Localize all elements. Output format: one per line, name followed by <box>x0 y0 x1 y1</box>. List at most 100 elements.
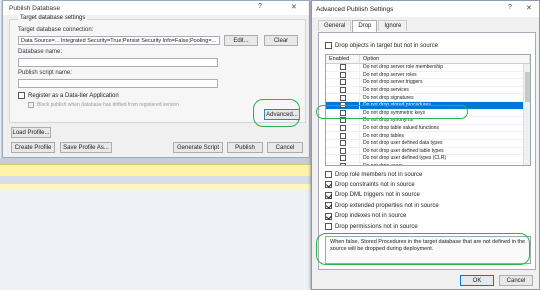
option-label: Drop role members not in source <box>335 171 423 178</box>
background-gray-band <box>0 176 312 184</box>
create-profile-button[interactable]: Create Profile <box>11 142 55 153</box>
row-checkbox[interactable] <box>339 155 346 162</box>
cancel-button[interactable]: Cancel <box>267 142 303 153</box>
clear-button[interactable]: Clear <box>264 35 298 46</box>
block-publish-label: Block publish when database has drifted … <box>37 102 180 108</box>
list-item[interactable]: Drop role members not in source <box>325 171 422 178</box>
block-publish-row: Block publish when database has drifted … <box>28 102 179 108</box>
enabled-cell <box>326 79 360 86</box>
block-publish-checkbox <box>28 102 34 108</box>
advanced-highlight-ring <box>253 99 300 127</box>
option-cell: Do not drop tables <box>363 132 404 139</box>
list-item[interactable]: Drop extended properties not in source <box>325 202 439 210</box>
ok-button[interactable]: OK <box>460 275 494 286</box>
option-cell: Do not drop services <box>363 87 409 94</box>
option-label: Drop constraints not in source <box>335 181 415 188</box>
enabled-cell <box>326 71 360 79</box>
header-enabled[interactable]: Enabled <box>326 55 360 63</box>
publish-button[interactable]: Publish <box>227 142 263 153</box>
drop-objects-label: Drop objects in target but not in source <box>335 42 439 49</box>
table-row[interactable]: Do not drop users <box>326 162 530 165</box>
row-checkbox[interactable] <box>339 87 346 94</box>
enabled-cell <box>326 124 360 132</box>
table-row[interactable]: Do not drop user defined types (CLR) <box>326 155 530 163</box>
drop-objects-row[interactable]: Drop objects in target but not in source <box>325 42 438 49</box>
row-checkbox[interactable] <box>339 71 346 78</box>
row-checkbox[interactable] <box>339 79 346 86</box>
script-name-label: Publish script name: <box>18 70 73 76</box>
table-row[interactable]: Do not drop signatures <box>326 94 530 102</box>
grid-scrollbar[interactable] <box>523 64 530 165</box>
tab-general[interactable]: General <box>318 20 352 31</box>
register-checkbox[interactable] <box>18 92 25 99</box>
edit-button[interactable]: Edit... <box>224 35 258 46</box>
option-checkbox[interactable] <box>325 212 332 220</box>
tab-drop[interactable]: Drop <box>352 20 378 32</box>
option-checkbox[interactable] <box>325 181 332 189</box>
table-row[interactable]: Do not drop server role membership <box>326 64 530 72</box>
publish-database-window: Publish Database ? ✕ Target database set… <box>2 0 310 158</box>
close-icon[interactable]: ✕ <box>291 3 297 11</box>
list-item[interactable]: Drop indexes not in source <box>325 212 406 220</box>
drop-objects-checkbox[interactable] <box>325 42 332 49</box>
advanced-window-title: Advanced Publish Settings <box>316 5 394 13</box>
help-icon[interactable]: ? <box>508 4 512 11</box>
table-row[interactable]: Do not drop user defined table types <box>326 147 530 156</box>
row-checkbox[interactable] <box>339 147 346 154</box>
connection-field[interactable]: Data Source=... Integrated Security=True… <box>18 36 220 45</box>
enabled-cell <box>326 139 360 147</box>
table-row[interactable]: Do not drop tables <box>326 132 530 140</box>
generate-script-button[interactable]: Generate Script <box>173 142 223 153</box>
option-label: Drop extended properties not in source <box>335 202 439 209</box>
option-cell: Do not drop table valued functions <box>363 125 439 132</box>
row-checkbox[interactable] <box>339 140 346 147</box>
list-item[interactable]: Drop constraints not in source <box>325 181 415 189</box>
table-row[interactable]: Do not drop services <box>326 86 530 95</box>
enabled-cell <box>326 162 360 165</box>
list-item[interactable]: Drop permissions not in source <box>325 223 418 230</box>
load-profile-button[interactable]: Load Profile... <box>11 127 51 138</box>
connection-label: Target database connection: <box>18 27 94 33</box>
publish-window-title: Publish Database <box>9 4 60 12</box>
option-cell: Do not drop user defined data types <box>363 140 443 147</box>
scrollbar-thumb[interactable] <box>525 72 530 102</box>
tab-ignore[interactable]: Ignore <box>378 20 408 31</box>
advanced-settings-window: Advanced Publish Settings ? ✕ General Dr… <box>311 0 540 290</box>
table-row[interactable]: Do not drop server roles <box>326 71 530 80</box>
option-label: Drop DML triggers not in source <box>335 192 420 199</box>
advanced-cancel-button[interactable]: Cancel <box>499 275 533 286</box>
row-checkbox[interactable] <box>339 163 346 165</box>
background-yellow-band <box>0 164 312 176</box>
option-cell: Do not drop server triggers <box>363 79 423 86</box>
tab-strip: General Drop Ignore <box>318 20 408 32</box>
table-row[interactable]: Do not drop user defined data types <box>326 139 530 148</box>
db-name-label: Database name: <box>18 49 63 55</box>
enabled-cell <box>326 132 360 139</box>
description-highlight-ring <box>316 233 530 265</box>
close-icon[interactable]: ✕ <box>526 4 532 12</box>
option-cell: Do not drop server role membership <box>363 64 444 71</box>
option-checkbox[interactable] <box>325 202 332 210</box>
row-checkbox[interactable] <box>339 132 346 139</box>
option-checkbox[interactable] <box>325 171 332 178</box>
row-checkbox[interactable] <box>339 125 346 132</box>
header-option[interactable]: Option <box>360 55 530 63</box>
database-name-input[interactable] <box>18 58 218 67</box>
save-profile-button[interactable]: Save Profile As... <box>60 142 112 153</box>
row-checkbox[interactable] <box>339 64 346 71</box>
row-checkbox[interactable] <box>339 94 346 101</box>
table-row[interactable]: Do not drop table valued functions <box>326 124 530 133</box>
option-cell: Do not drop signatures <box>363 94 414 101</box>
enabled-cell <box>326 86 360 94</box>
option-checkbox[interactable] <box>325 223 332 230</box>
register-label: Register as a Data-tier Application <box>28 92 119 99</box>
enabled-cell <box>326 155 360 162</box>
table-row[interactable]: Do not drop server triggers <box>326 79 530 87</box>
option-cell: Do not drop user defined table types <box>363 147 444 154</box>
help-icon[interactable]: ? <box>258 3 262 10</box>
option-checkbox[interactable] <box>325 191 332 199</box>
script-name-input[interactable] <box>18 79 218 88</box>
option-cell: Do not drop server roles <box>363 71 417 78</box>
list-item[interactable]: Drop DML triggers not in source <box>325 191 420 199</box>
register-checkbox-row[interactable]: Register as a Data-tier Application <box>18 92 119 99</box>
